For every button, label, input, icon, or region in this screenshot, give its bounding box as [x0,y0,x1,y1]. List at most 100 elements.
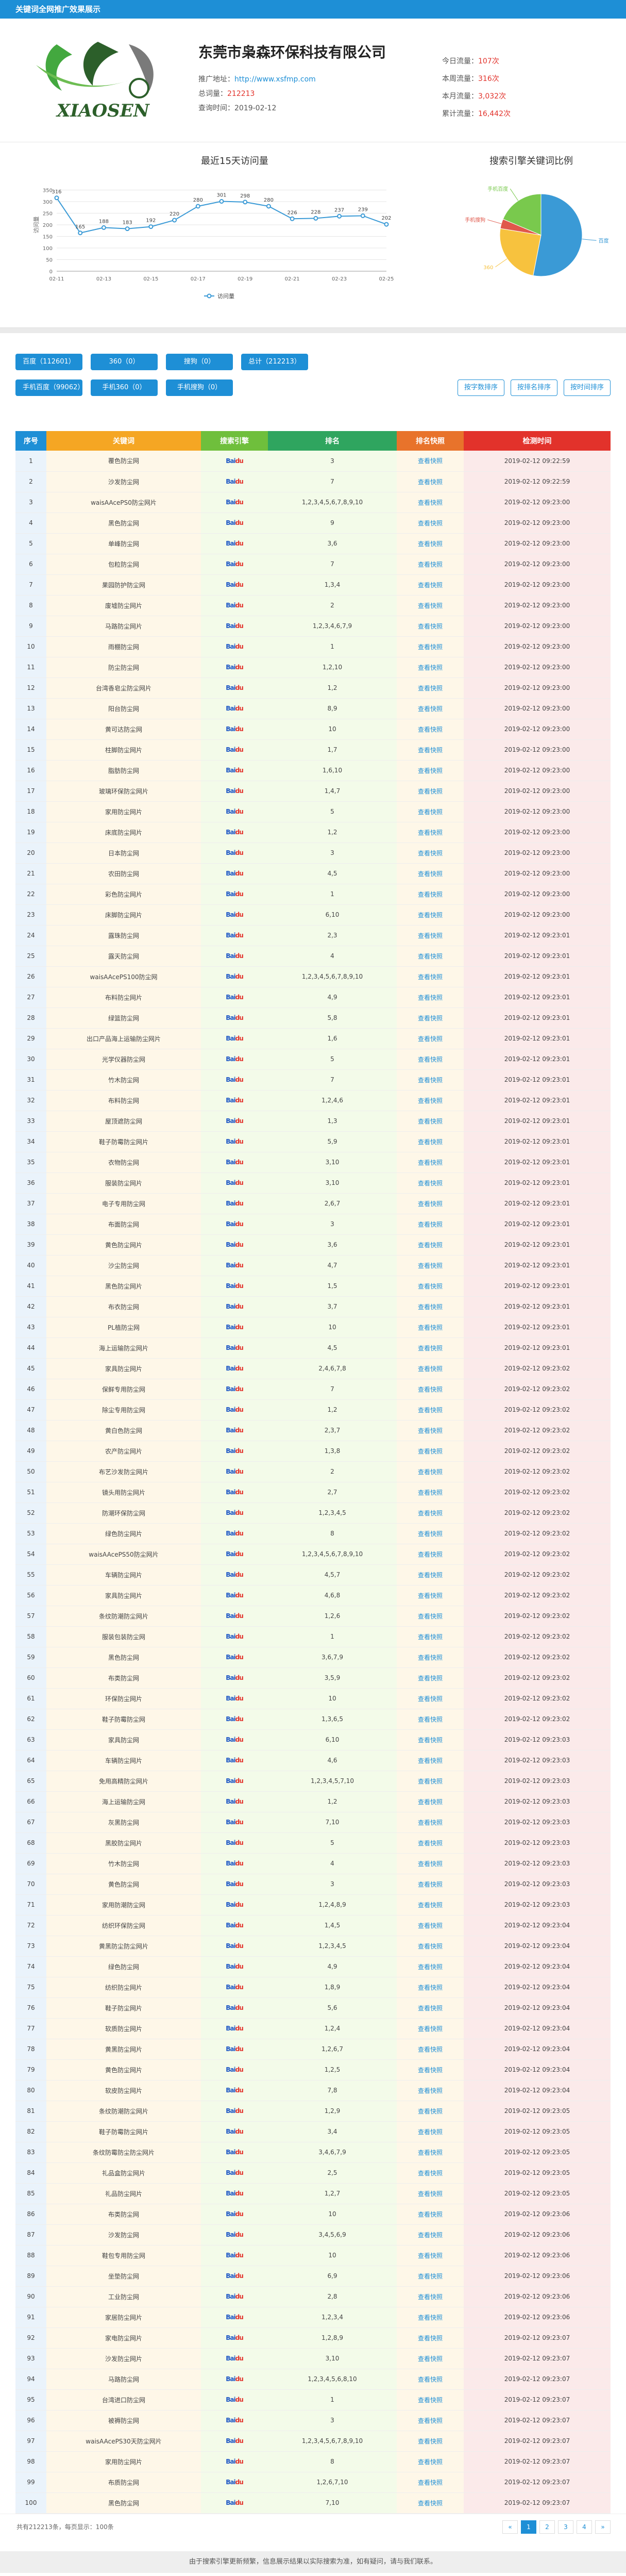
page-button[interactable]: 2 [539,2520,555,2534]
snapshot-link[interactable]: 查看快照 [418,2355,443,2363]
snapshot-link[interactable]: 查看快照 [418,850,443,857]
row-snapshot[interactable]: 查看快照 [397,2018,464,2039]
row-snapshot[interactable]: 查看快照 [397,2492,464,2514]
row-snapshot[interactable]: 查看快照 [397,1276,464,1297]
snapshot-link[interactable]: 查看快照 [418,1675,443,1682]
snapshot-link[interactable]: 查看快照 [418,2087,443,2094]
row-snapshot[interactable]: 查看快照 [397,1606,464,1627]
row-snapshot[interactable]: 查看快照 [397,2389,464,2410]
snapshot-link[interactable]: 查看快照 [418,2067,443,2074]
row-snapshot[interactable]: 查看快照 [397,636,464,657]
snapshot-link[interactable]: 查看快照 [418,2170,443,2177]
row-snapshot[interactable]: 查看快照 [397,2080,464,2101]
snapshot-link[interactable]: 查看快照 [418,1633,443,1641]
row-snapshot[interactable]: 查看快照 [397,1173,464,1194]
page-button[interactable]: 3 [558,2520,573,2534]
row-snapshot[interactable]: 查看快照 [397,698,464,719]
snapshot-link[interactable]: 查看快照 [418,1902,443,1909]
row-snapshot[interactable]: 查看快照 [397,574,464,596]
row-snapshot[interactable]: 查看快照 [397,1771,464,1792]
snapshot-link[interactable]: 查看快照 [418,1468,443,1476]
snapshot-link[interactable]: 查看快照 [418,870,443,878]
row-snapshot[interactable]: 查看快照 [397,1894,464,1916]
snapshot-link[interactable]: 查看快照 [418,1407,443,1414]
snapshot-link[interactable]: 查看快照 [418,1881,443,1888]
snapshot-link[interactable]: 查看快照 [418,1303,443,1311]
row-snapshot[interactable]: 查看快照 [397,1544,464,1565]
row-snapshot[interactable]: 查看快照 [397,1585,464,1606]
snapshot-link[interactable]: 查看快照 [418,540,443,548]
row-snapshot[interactable]: 查看快照 [397,513,464,534]
snapshot-link[interactable]: 查看快照 [418,2397,443,2404]
row-snapshot[interactable]: 查看快照 [397,2369,464,2390]
row-snapshot[interactable]: 查看快照 [397,2224,464,2245]
snapshot-link[interactable]: 查看快照 [418,1963,443,1971]
row-snapshot[interactable]: 查看快照 [397,2039,464,2060]
row-snapshot[interactable]: 查看快照 [397,1874,464,1895]
row-snapshot[interactable]: 查看快照 [397,2431,464,2452]
row-snapshot[interactable]: 查看快照 [397,1090,464,1111]
snapshot-link[interactable]: 查看快照 [418,1840,443,1847]
filter-baidu-button[interactable]: 百度（112601） [15,354,82,370]
row-snapshot[interactable]: 查看快照 [397,1214,464,1235]
row-snapshot[interactable]: 查看快照 [397,1956,464,1977]
row-snapshot[interactable]: 查看快照 [397,1853,464,1874]
row-snapshot[interactable]: 查看快照 [397,760,464,781]
snapshot-link[interactable]: 查看快照 [418,1984,443,1991]
snapshot-link[interactable]: 查看快照 [418,2417,443,2424]
company-url-link[interactable]: http://www.xsfmp.com [234,75,316,84]
row-snapshot[interactable]: 查看快照 [397,1296,464,1317]
row-snapshot[interactable]: 查看快照 [397,1193,464,1214]
row-snapshot[interactable]: 查看快照 [397,1152,464,1173]
snapshot-link[interactable]: 查看快照 [418,1365,443,1373]
snapshot-link[interactable]: 查看快照 [418,1138,443,1146]
snapshot-link[interactable]: 查看快照 [418,726,443,733]
snapshot-link[interactable]: 查看快照 [418,2211,443,2218]
row-snapshot[interactable]: 查看快照 [397,2183,464,2204]
row-snapshot[interactable]: 查看快照 [397,863,464,884]
row-snapshot[interactable]: 查看快照 [397,2348,464,2369]
row-snapshot[interactable]: 查看快照 [397,1523,464,1544]
snapshot-link[interactable]: 查看快照 [418,891,443,898]
snapshot-link[interactable]: 查看快照 [418,2376,443,2383]
row-snapshot[interactable]: 查看快照 [397,781,464,802]
snapshot-link[interactable]: 查看快照 [418,1778,443,1785]
filter-mobile-baidu-button[interactable]: 手机百度（99062） [15,379,84,396]
snapshot-link[interactable]: 查看快照 [418,2273,443,2280]
row-snapshot[interactable]: 查看快照 [397,1977,464,1998]
row-snapshot[interactable]: 查看快照 [397,801,464,822]
snapshot-link[interactable]: 查看快照 [418,1510,443,1517]
snapshot-link[interactable]: 查看快照 [418,973,443,981]
snapshot-link[interactable]: 查看快照 [418,1345,443,1352]
row-snapshot[interactable]: 查看快照 [397,1049,464,1070]
sort-by-rank-button[interactable]: 按排名排序 [510,379,557,396]
snapshot-link[interactable]: 查看快照 [418,2252,443,2259]
page-button[interactable]: 4 [577,2520,592,2534]
snapshot-link[interactable]: 查看快照 [418,808,443,816]
sort-by-time-button[interactable]: 按时间排序 [563,379,611,396]
snapshot-link[interactable]: 查看快照 [418,1572,443,1579]
snapshot-link[interactable]: 查看快照 [418,2108,443,2115]
row-snapshot[interactable]: 查看快照 [397,1750,464,1771]
page-button[interactable]: « [502,2520,518,2534]
row-snapshot[interactable]: 查看快照 [397,1317,464,1338]
snapshot-link[interactable]: 查看快照 [418,561,443,568]
row-snapshot[interactable]: 查看快照 [397,492,464,513]
row-snapshot[interactable]: 查看快照 [397,946,464,967]
snapshot-link[interactable]: 查看快照 [418,1654,443,1661]
snapshot-link[interactable]: 查看快照 [418,1097,443,1104]
row-snapshot[interactable]: 查看快照 [397,1069,464,1091]
row-snapshot[interactable]: 查看快照 [397,1008,464,1029]
filter-total-button[interactable]: 总计（212213） [241,354,308,370]
row-snapshot[interactable]: 查看快照 [397,2204,464,2225]
row-snapshot[interactable]: 查看快照 [397,966,464,987]
row-snapshot[interactable]: 查看快照 [397,2472,464,2493]
snapshot-link[interactable]: 查看快照 [418,1695,443,1703]
snapshot-link[interactable]: 查看快照 [418,1262,443,1269]
snapshot-link[interactable]: 查看快照 [418,499,443,506]
filter-sogou-button[interactable]: 搜狗（0） [166,354,233,370]
row-snapshot[interactable]: 查看快照 [397,1502,464,1524]
row-snapshot[interactable]: 查看快照 [397,1791,464,1812]
snapshot-link[interactable]: 查看快照 [418,623,443,630]
snapshot-link[interactable]: 查看快照 [418,932,443,939]
